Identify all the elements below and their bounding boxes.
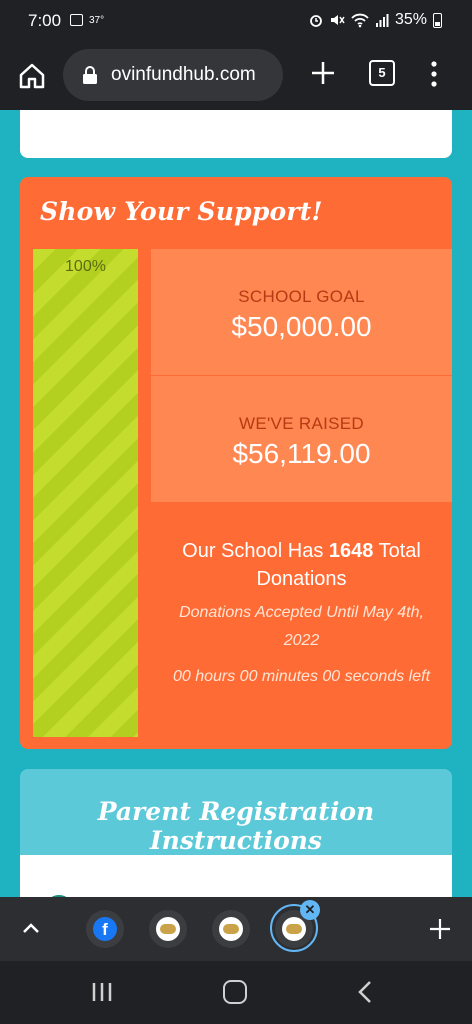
browser-toolbar: ovinfundhub.com 5 bbox=[0, 44, 472, 110]
countdown-text: 00 hours 00 minutes 00 seconds left bbox=[172, 668, 431, 685]
battery-percent: 35% bbox=[394, 11, 427, 28]
system-nav-bar bbox=[0, 961, 472, 1024]
site-favicon-icon bbox=[156, 917, 180, 941]
deadline-text: Donations Accepted Until May 4th, 2022 bbox=[179, 604, 424, 649]
site-favicon-icon bbox=[282, 917, 306, 941]
support-title: Show Your Support! bbox=[40, 197, 323, 226]
address-bar[interactable]: ovinfundhub.com bbox=[63, 49, 283, 101]
chevron-up-icon[interactable] bbox=[20, 917, 42, 939]
site-favicon-icon bbox=[219, 917, 243, 941]
more-menu-icon[interactable] bbox=[426, 60, 442, 88]
status-time: 7:00 bbox=[28, 11, 62, 30]
tab-thumbnail[interactable] bbox=[149, 910, 187, 948]
recents-icon[interactable] bbox=[91, 981, 113, 1003]
progress-label: 100% bbox=[65, 258, 106, 275]
signal-icon bbox=[375, 14, 389, 27]
url-text[interactable]: ovinfundhub.com bbox=[111, 64, 256, 86]
alarm-icon bbox=[310, 15, 322, 27]
tab-strip: f ✕ bbox=[0, 897, 472, 961]
mute-icon bbox=[330, 15, 345, 25]
previous-card bbox=[20, 110, 452, 158]
goal-label: SCHOOL GOAL bbox=[238, 287, 365, 306]
close-tab-icon[interactable]: ✕ bbox=[300, 900, 320, 920]
add-tab-icon[interactable] bbox=[428, 917, 452, 941]
facebook-icon: f bbox=[93, 917, 117, 941]
goal-value: $50,000.00 bbox=[231, 311, 372, 342]
tab-thumbnail[interactable] bbox=[212, 910, 250, 948]
gallery-icon bbox=[70, 14, 83, 26]
back-icon[interactable] bbox=[356, 980, 376, 1004]
donations-summary: Our School Has 1648 Total Donations bbox=[161, 537, 442, 593]
new-tab-icon[interactable] bbox=[310, 60, 336, 86]
tab-switcher-button[interactable]: 5 bbox=[369, 60, 395, 86]
status-bar: 7:00 37° 35% bbox=[0, 0, 472, 44]
support-card: Show Your Support! 100% SCHOOL GOAL $50,… bbox=[20, 177, 452, 749]
home-icon[interactable] bbox=[17, 61, 47, 91]
school-goal-box: SCHOOL GOAL $50,000.00 bbox=[151, 249, 452, 375]
donations-prefix: Our School Has bbox=[182, 540, 324, 562]
status-temperature: 37° bbox=[89, 15, 105, 26]
donations-count: 1648 bbox=[328, 540, 374, 562]
lock-icon bbox=[83, 66, 97, 84]
status-indicators: 35% bbox=[309, 11, 442, 29]
raised-label: WE'VE RAISED bbox=[239, 414, 364, 433]
progress-bar: 100% bbox=[33, 249, 138, 737]
raised-box: WE'VE RAISED $56,119.00 bbox=[151, 376, 452, 502]
battery-icon bbox=[433, 12, 442, 28]
parent-registration-title: Parent Registration Instructions bbox=[97, 797, 375, 855]
home-nav-icon[interactable] bbox=[223, 980, 247, 1004]
raised-value: $56,119.00 bbox=[232, 438, 371, 469]
tab-thumbnail-facebook[interactable]: f bbox=[86, 910, 124, 948]
parent-registration-card: Parent Registration Instructions bbox=[20, 769, 452, 904]
wifi-icon bbox=[351, 13, 369, 28]
